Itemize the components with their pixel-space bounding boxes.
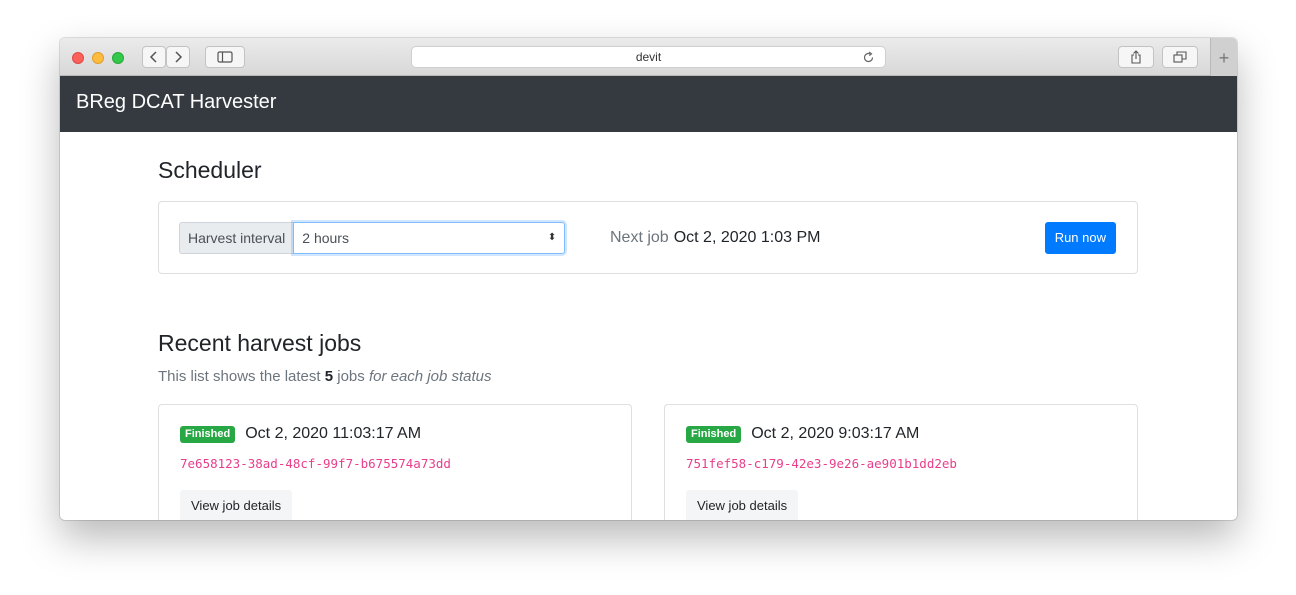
harvest-interval-select[interactable]: 2 hours ⬍ (293, 222, 566, 254)
view-job-details-button[interactable]: View job details (180, 490, 293, 520)
lead-count: 5 (324, 368, 334, 385)
zoom-window-button[interactable] (112, 52, 124, 64)
harvest-interval-label: Harvest interval (179, 222, 294, 254)
share-button[interactable] (1118, 46, 1154, 68)
tabs-overview-button[interactable] (1162, 46, 1198, 68)
share-icon (1131, 50, 1141, 64)
chevron-right-icon (175, 51, 183, 63)
address-bar[interactable]: devit (411, 46, 886, 68)
minimize-window-button[interactable] (92, 52, 104, 64)
recent-jobs-lead: This list shows the latest 5 jobs for ea… (158, 368, 492, 385)
forward-button[interactable] (166, 46, 190, 68)
sidebar-toggle-button[interactable] (205, 46, 245, 68)
chevron-left-icon (149, 51, 157, 63)
tabs-overview-icon (1173, 51, 1187, 63)
job-header: Finished Oct 2, 2020 9:03:17 AM (686, 425, 919, 443)
address-text: devit (635, 50, 662, 64)
close-window-button[interactable] (72, 52, 84, 64)
run-now-button[interactable]: Run now (1044, 222, 1116, 254)
status-badge: Finished (180, 425, 236, 443)
reload-icon[interactable] (862, 50, 875, 70)
lead-prefix: This list shows the latest (158, 368, 325, 385)
job-card: Finished Oct 2, 2020 11:03:17 AM 7e65812… (158, 404, 632, 520)
lead-middle: jobs (333, 368, 369, 385)
lead-emphasis: for each job status (368, 368, 492, 385)
scheduler-title: Scheduler (158, 157, 262, 183)
harvest-interval-value: 2 hours (302, 230, 349, 246)
brand-title[interactable]: BReg DCAT Harvester (76, 91, 276, 114)
next-job-label: Next job (610, 229, 669, 246)
job-id: 751fef58-c179-42e3-9e26-ae901b1dd2eb (686, 456, 957, 471)
browser-window: devit + BReg DCAT Harvester Scheduler Ha… (60, 38, 1237, 520)
harvest-interval-group: Harvest interval 2 hours ⬍ (179, 222, 566, 254)
recent-jobs-title: Recent harvest jobs (158, 330, 362, 356)
navbar: BReg DCAT Harvester (60, 76, 1237, 132)
sidebar-icon (217, 51, 233, 63)
job-id: 7e658123-38ad-48cf-99f7-b675574a73dd (180, 456, 451, 471)
select-arrows-icon: ⬍ (547, 232, 557, 243)
scheduler-card: Harvest interval 2 hours ⬍ Next job Oct 2… (158, 201, 1138, 274)
job-time: Oct 2, 2020 9:03:17 AM (751, 425, 920, 442)
next-job: Next job Oct 2, 2020 1:03 PM (610, 229, 820, 247)
browser-titlebar: devit + (60, 38, 1237, 76)
status-badge: Finished (686, 425, 742, 443)
next-job-value: Oct 2, 2020 1:03 PM (673, 229, 821, 246)
new-tab-button[interactable]: + (1210, 38, 1237, 76)
view-job-details-button[interactable]: View job details (686, 490, 799, 520)
plus-icon: + (1218, 48, 1230, 68)
job-time: Oct 2, 2020 11:03:17 AM (245, 425, 422, 442)
job-header: Finished Oct 2, 2020 11:03:17 AM (180, 425, 421, 443)
back-button[interactable] (142, 46, 166, 68)
job-card: Finished Oct 2, 2020 9:03:17 AM 751fef58… (664, 404, 1138, 520)
